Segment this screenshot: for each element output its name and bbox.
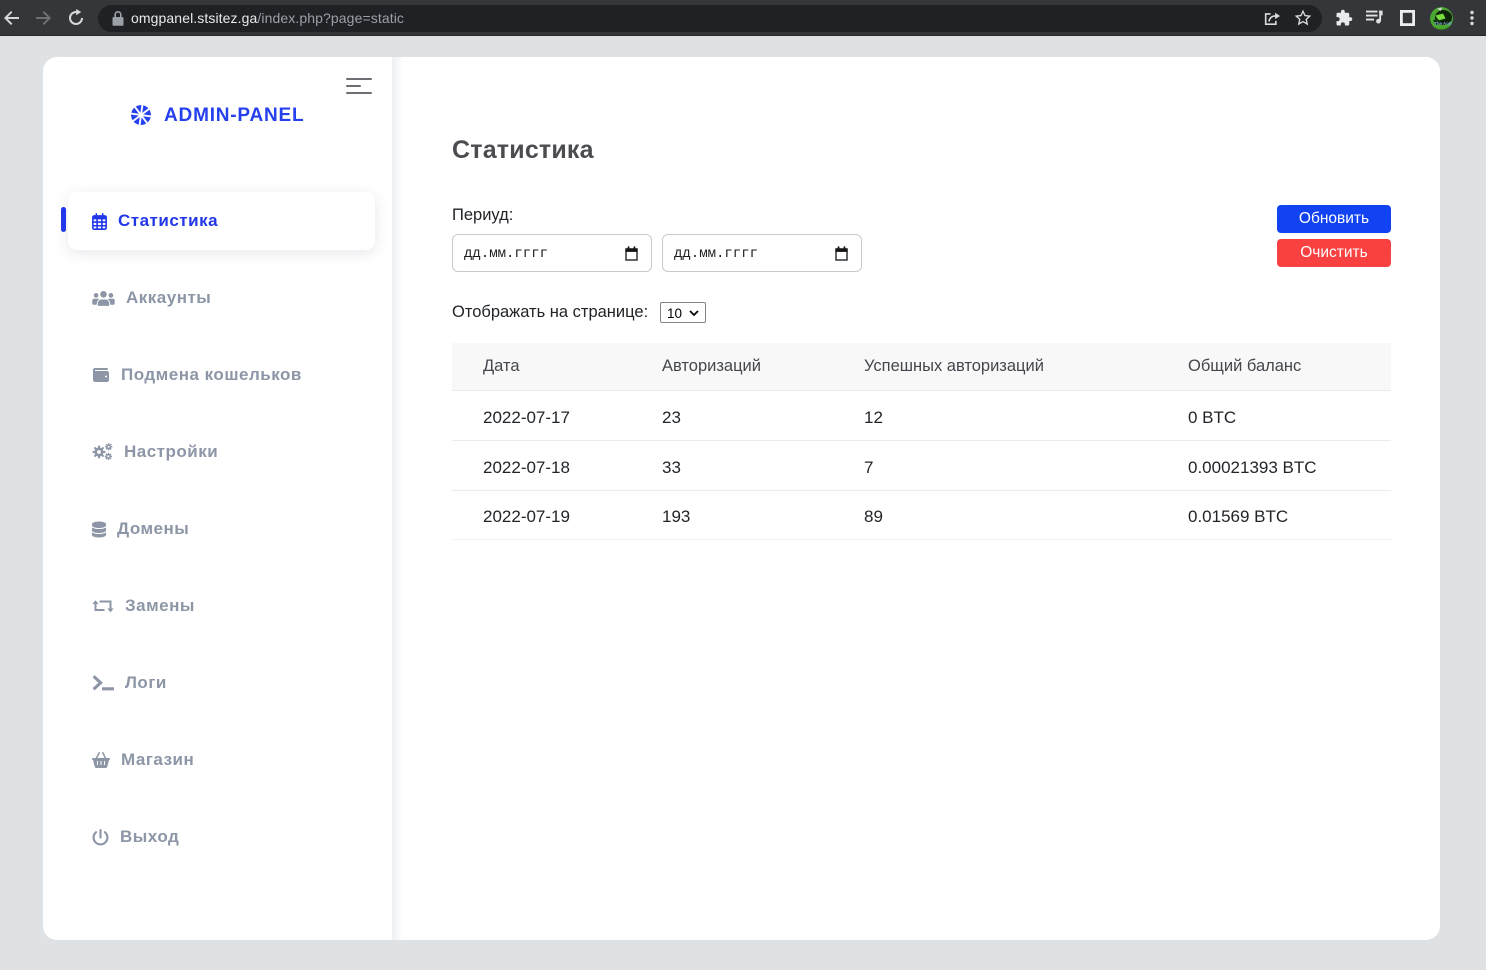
svg-text:The AnD: The AnD bbox=[1434, 21, 1452, 26]
